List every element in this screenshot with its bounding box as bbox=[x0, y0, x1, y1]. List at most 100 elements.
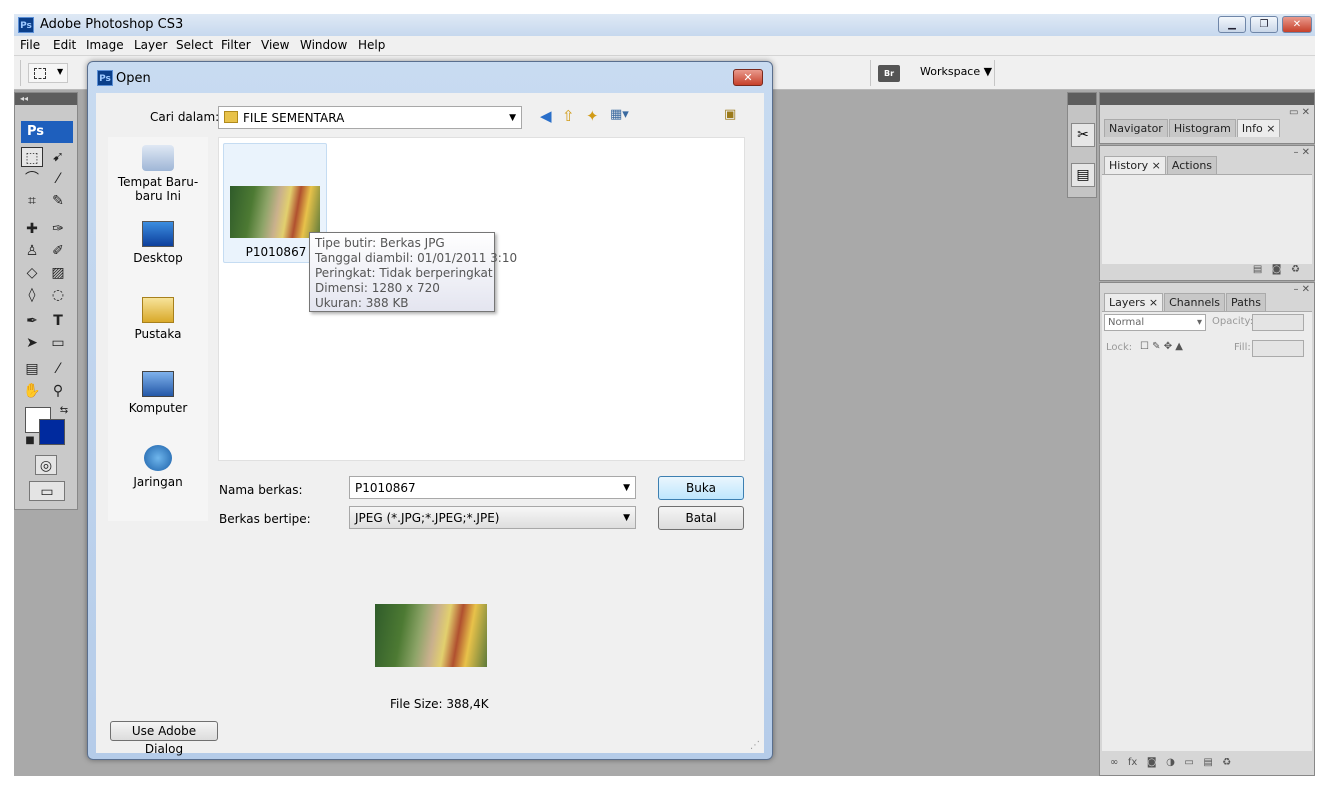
options-divider bbox=[870, 60, 871, 86]
photoshop-logo-icon: Ps bbox=[18, 17, 34, 33]
dodge-tool-icon[interactable]: ◌ bbox=[47, 285, 69, 305]
tab-actions[interactable]: Actions bbox=[1166, 156, 1218, 174]
panel-expand-button[interactable] bbox=[1100, 93, 1314, 105]
place-libraries[interactable]: Pustaka bbox=[108, 297, 208, 341]
menu-select[interactable]: Select bbox=[176, 38, 213, 52]
cancel-button[interactable]: Batal bbox=[658, 506, 744, 530]
place-computer[interactable]: Komputer bbox=[108, 371, 208, 415]
places-bar: Tempat Baru-baru Ini Desktop Pustaka Kom… bbox=[108, 137, 208, 521]
desktop-icon bbox=[142, 221, 174, 247]
menu-filter[interactable]: Filter bbox=[221, 38, 251, 52]
layers-footer-icons[interactable]: ∞ fx ◙ ◑ ▭ ▤ ♻ bbox=[1110, 757, 1231, 768]
lock-icons[interactable]: ☐ ✎ ✥ ▲ bbox=[1140, 341, 1183, 352]
back-icon[interactable]: ◀ bbox=[540, 107, 552, 125]
options-grip bbox=[20, 60, 21, 86]
clone-stamp-tool-icon[interactable]: ♙ bbox=[21, 241, 43, 261]
app-title: Adobe Photoshop CS3 bbox=[40, 17, 184, 32]
open-button[interactable]: Buka bbox=[658, 476, 744, 500]
tab-history[interactable]: History × bbox=[1104, 156, 1166, 174]
panel-controls[interactable]: – ✕ bbox=[1293, 147, 1310, 158]
menu-layer[interactable]: Layer bbox=[134, 38, 167, 52]
magic-wand-tool-icon[interactable]: ⁄ bbox=[47, 169, 69, 189]
path-selection-tool-icon[interactable]: ➤ bbox=[21, 333, 43, 353]
menu-file[interactable]: File bbox=[20, 38, 40, 52]
place-recent[interactable]: Tempat Baru-baru Ini bbox=[108, 145, 208, 203]
marquee-tool-icon[interactable]: ⬚ bbox=[21, 147, 43, 167]
tooltip-line: Peringkat: Tidak berperingkat bbox=[315, 266, 493, 280]
hand-tool-icon[interactable]: ✋ bbox=[21, 381, 43, 401]
minimize-button[interactable]: ▁ bbox=[1218, 16, 1246, 33]
tab-channels[interactable]: Channels bbox=[1164, 293, 1226, 311]
dock-grip bbox=[1068, 93, 1096, 105]
healing-brush-tool-icon[interactable]: ✚ bbox=[21, 219, 43, 239]
close-button[interactable]: ✕ bbox=[1282, 16, 1312, 33]
pen-tool-icon[interactable]: ✒ bbox=[21, 311, 43, 331]
file-list[interactable]: P1010867 Tipe butir: Berkas JPG Tanggal … bbox=[218, 137, 745, 461]
place-desktop[interactable]: Desktop bbox=[108, 221, 208, 265]
tab-paths[interactable]: Paths bbox=[1226, 293, 1266, 311]
tab-navigator[interactable]: Navigator bbox=[1104, 119, 1168, 137]
file-thumbnail bbox=[230, 186, 320, 238]
menu-view[interactable]: View bbox=[261, 38, 289, 52]
layer-comps-icon[interactable]: ▤ bbox=[1071, 163, 1095, 187]
eyedropper-tool-icon[interactable]: ⁄ bbox=[47, 359, 69, 379]
menu-window[interactable]: Window bbox=[300, 38, 347, 52]
screen-mode-icon[interactable]: ▭ bbox=[29, 481, 65, 501]
fill-label: Fill: bbox=[1234, 342, 1251, 353]
gradient-tool-icon[interactable]: ▨ bbox=[47, 263, 69, 283]
notes-tool-icon[interactable]: ▤ bbox=[21, 359, 43, 379]
zoom-tool-icon[interactable]: ⚲ bbox=[47, 381, 69, 401]
dialog-close-button[interactable]: ✕ bbox=[733, 69, 763, 86]
chevron-down-icon: ▼ bbox=[57, 67, 64, 76]
workspace-menu[interactable]: Workspace ▼ bbox=[920, 65, 992, 78]
resize-grip-icon[interactable]: ⋰ bbox=[750, 740, 760, 751]
menu-image[interactable]: Image bbox=[86, 38, 124, 52]
tools-collapse-button[interactable]: ◂◂ bbox=[15, 93, 77, 105]
tab-info[interactable]: Info × bbox=[1236, 119, 1281, 137]
new-folder-icon[interactable]: ✦ bbox=[586, 107, 599, 125]
filename-label: Nama berkas: bbox=[219, 483, 303, 497]
open-dialog: Ps Open ✕ Cari dalam: FILE SEMENTARA ▼ ◀… bbox=[87, 61, 773, 760]
layers-panel-group: – ✕ Layers × Channels Paths Normal ▾ Opaci… bbox=[1099, 282, 1315, 776]
filename-input[interactable]: P1010867 ▼ bbox=[349, 476, 636, 499]
bridge-button[interactable]: Br bbox=[878, 65, 900, 82]
maximize-button[interactable]: ❐ bbox=[1250, 16, 1278, 33]
crop-tool-icon[interactable]: ⌗ bbox=[21, 191, 43, 211]
filetype-value: JPEG (*.JPG;*.JPEG;*.JPE) bbox=[355, 511, 500, 525]
type-tool-icon[interactable]: T bbox=[47, 311, 69, 331]
place-network[interactable]: Jaringan bbox=[108, 445, 208, 489]
default-colors-icon[interactable]: ■ bbox=[19, 431, 41, 451]
view-menu-icon[interactable]: ▦▾ bbox=[610, 107, 629, 122]
background-color-swatch[interactable] bbox=[39, 419, 65, 445]
tool-presets-icon[interactable]: ✂ bbox=[1071, 123, 1095, 147]
slice-tool-icon[interactable]: ✎ bbox=[47, 191, 69, 211]
lasso-tool-icon[interactable]: ⌒ bbox=[21, 169, 43, 189]
move-tool-icon[interactable]: ➹ bbox=[47, 147, 69, 167]
history-footer-icons[interactable]: ▤ ◙ ♻ bbox=[1253, 264, 1300, 275]
opacity-field[interactable] bbox=[1252, 314, 1304, 331]
marquee-preset-button[interactable]: ▼ bbox=[28, 63, 68, 83]
up-folder-icon[interactable]: ⇧ bbox=[562, 107, 575, 125]
libraries-icon bbox=[142, 297, 174, 323]
filetype-label: Berkas bertipe: bbox=[219, 512, 311, 526]
filetype-select[interactable]: JPEG (*.JPG;*.JPEG;*.JPE) ▼ bbox=[349, 506, 636, 529]
tab-histogram[interactable]: Histogram bbox=[1168, 119, 1236, 137]
fill-field[interactable] bbox=[1252, 340, 1304, 357]
menu-help[interactable]: Help bbox=[358, 38, 385, 52]
quick-mask-icon[interactable]: ◎ bbox=[35, 455, 57, 475]
panel-controls[interactable]: – ✕ bbox=[1293, 284, 1310, 295]
menu-edit[interactable]: Edit bbox=[53, 38, 76, 52]
look-in-select[interactable]: FILE SEMENTARA ▼ bbox=[218, 106, 522, 129]
eraser-tool-icon[interactable]: ◇ bbox=[21, 263, 43, 283]
swap-colors-icon[interactable]: ⇆ bbox=[53, 401, 75, 421]
blur-tool-icon[interactable]: ◊ bbox=[21, 285, 43, 305]
tab-layers[interactable]: Layers × bbox=[1104, 293, 1164, 311]
panel-controls[interactable]: ▭ ✕ bbox=[1289, 107, 1310, 118]
use-adobe-dialog-button[interactable]: Use Adobe Dialog bbox=[110, 721, 218, 756]
dialog-body: Cari dalam: FILE SEMENTARA ▼ ◀ ⇧ ✦ ▦▾ ▣ … bbox=[96, 93, 764, 756]
blend-mode-select[interactable]: Normal ▾ bbox=[1104, 314, 1206, 331]
shape-tool-icon[interactable]: ▭ bbox=[47, 333, 69, 353]
folder-star-icon[interactable]: ▣ bbox=[724, 107, 736, 122]
history-brush-tool-icon[interactable]: ✐ bbox=[47, 241, 69, 261]
brush-tool-icon[interactable]: ✑ bbox=[47, 219, 69, 239]
